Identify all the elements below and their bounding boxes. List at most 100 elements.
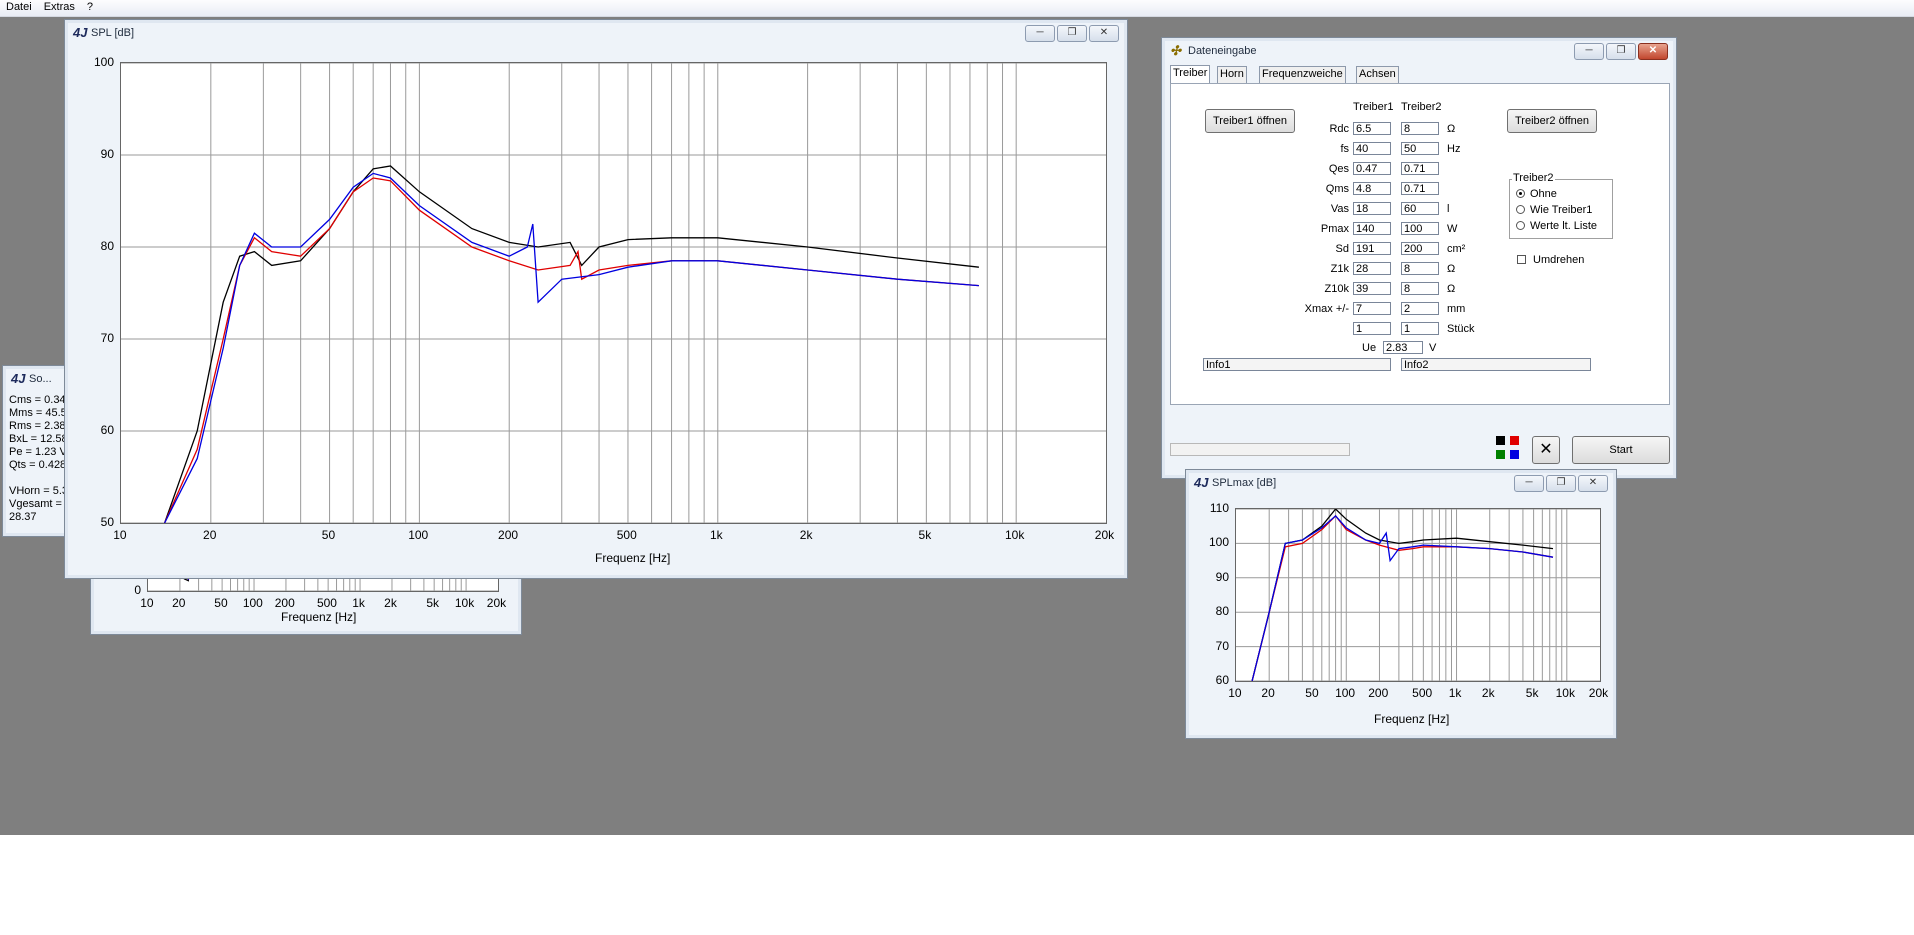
- menu-help[interactable]: ?: [81, 0, 99, 15]
- param-treiber2-field[interactable]: 8: [1401, 122, 1439, 135]
- param-treiber1-field[interactable]: 7: [1353, 302, 1391, 315]
- color-swatches: [1496, 436, 1526, 466]
- param-treiber2-field[interactable]: 0.71: [1401, 162, 1439, 175]
- radio-ohne-label: Ohne: [1530, 188, 1557, 200]
- x-tick-label: 10k: [1555, 686, 1575, 700]
- series-line-1: [164, 177, 979, 523]
- spl-title-bar[interactable]: 4J SPL [dB] ─ ❐ ✕: [65, 20, 1127, 46]
- minimize-button[interactable]: ─: [1025, 25, 1055, 42]
- open-treiber2-button[interactable]: Treiber2 öffnen: [1507, 109, 1597, 133]
- param-unit: Ω: [1447, 123, 1456, 135]
- param-treiber1-field[interactable]: 0.47: [1353, 162, 1391, 175]
- param-label: fs: [1340, 143, 1349, 155]
- param-treiber2-field[interactable]: 8: [1401, 262, 1439, 275]
- y-tick-label: 100: [93, 55, 114, 69]
- close-button[interactable]: ✕: [1578, 475, 1608, 492]
- ue-unit: V: [1429, 342, 1437, 354]
- param-label: Vas: [1330, 203, 1349, 215]
- param-treiber1-field[interactable]: 18: [1353, 202, 1391, 215]
- splmax-chart: [1236, 509, 1600, 681]
- param-unit: Ω: [1447, 283, 1456, 295]
- radio-wie-treiber1-label: Wie Treiber1: [1530, 204, 1593, 216]
- umdrehen-label: Umdrehen: [1533, 254, 1585, 266]
- param-treiber2-field[interactable]: 2: [1401, 302, 1439, 315]
- y-tick-label: 90: [1215, 569, 1229, 584]
- close-button[interactable]: ✕: [1089, 25, 1119, 42]
- x-tick-label: 20k: [1588, 686, 1609, 700]
- x-tick-label: 100: [242, 596, 263, 610]
- param-treiber2-field[interactable]: 60: [1401, 202, 1439, 215]
- param-treiber1-field[interactable]: 28: [1353, 262, 1391, 275]
- treiber-panel: Treiber1 Treiber2 Treiber1 öffnen Treibe…: [1170, 83, 1670, 405]
- tab-achsen[interactable]: Achsen: [1356, 66, 1399, 83]
- tab-horn[interactable]: Horn: [1217, 66, 1247, 83]
- input-title-bar[interactable]: ✣ Dateneingabe ─ ❐ ✕: [1162, 38, 1676, 64]
- close-button[interactable]: ✕: [1638, 43, 1668, 60]
- param-treiber2-field[interactable]: 100: [1401, 222, 1439, 235]
- spl-chart: [121, 63, 1106, 523]
- progress-bar: [1170, 443, 1350, 456]
- restore-button[interactable]: ❐: [1546, 475, 1576, 492]
- param-unit: Stück: [1447, 323, 1475, 335]
- param-label: Xmax +/-: [1304, 303, 1349, 315]
- param-treiber2-field[interactable]: 1: [1401, 322, 1439, 335]
- open-treiber1-button[interactable]: Treiber1 öffnen: [1205, 109, 1295, 133]
- param-label: Sd: [1335, 243, 1349, 255]
- clear-button[interactable]: ✕: [1532, 436, 1560, 464]
- x-tick-label: 10k: [454, 596, 475, 610]
- restore-button[interactable]: ❐: [1057, 25, 1087, 42]
- umdrehen-checkbox[interactable]: [1517, 255, 1526, 264]
- x-tick-label: 20k: [1094, 528, 1115, 542]
- close-x-icon: ✕: [1539, 441, 1553, 458]
- param-treiber1-field[interactable]: 1: [1353, 322, 1391, 335]
- input-window-title: Dateneingabe: [1188, 45, 1257, 57]
- x-tick-label: 10k: [1004, 528, 1025, 542]
- x-tick-label: 100: [408, 528, 429, 542]
- radio-werte-liste[interactable]: [1516, 221, 1525, 230]
- param-treiber1-field[interactable]: 140: [1353, 222, 1391, 235]
- spl-window[interactable]: 4J SPL [dB] ─ ❐ ✕ 100 90 80 70 60 50 10 20 50 10…: [64, 19, 1128, 579]
- param-treiber1-field[interactable]: 4.8: [1353, 182, 1391, 195]
- y-tick-label: 0: [134, 583, 141, 597]
- splmax-window[interactable]: 4J SPLmax [dB] ─ ❐ ✕ 110 100 90 80 70 60 10 20…: [1185, 469, 1617, 739]
- app-logo-icon: 4J: [11, 371, 26, 386]
- menu-datei[interactable]: Datei: [0, 0, 38, 15]
- param-treiber2-field[interactable]: 0.71: [1401, 182, 1439, 195]
- splmax-plot: [1235, 508, 1601, 682]
- param-treiber2-field[interactable]: 8: [1401, 282, 1439, 295]
- param-label: Z10k: [1324, 283, 1349, 295]
- radio-ohne[interactable]: [1516, 189, 1525, 198]
- ue-label: Ue: [1362, 342, 1377, 354]
- x-tick-label: 10: [1228, 686, 1242, 700]
- x-tick-label: 1k: [709, 528, 723, 542]
- mdi-workspace: 4J So... Cms = 0.34 Mms = 45.5 Rms = 2.3…: [0, 17, 1914, 835]
- y-tick-label: 50: [100, 515, 114, 529]
- splmax-x-label: Frequenz [Hz]: [1374, 712, 1450, 726]
- info2-field[interactable]: Info2: [1401, 358, 1591, 371]
- param-treiber1-field[interactable]: 6.5: [1353, 122, 1391, 135]
- y-tick-label: 80: [100, 239, 114, 253]
- x-tick-label: 50: [321, 528, 336, 542]
- y-tick-label: 80: [1215, 604, 1229, 619]
- start-button[interactable]: Start: [1572, 436, 1670, 464]
- param-unit: cm²: [1447, 243, 1466, 255]
- x-tick-label: 20: [1261, 686, 1275, 700]
- tab-treiber[interactable]: Treiber: [1170, 65, 1211, 83]
- radio-wie-treiber1[interactable]: [1516, 205, 1525, 214]
- tab-frequenzweiche[interactable]: Frequenzweiche: [1259, 66, 1346, 83]
- param-treiber1-field[interactable]: 40: [1353, 142, 1391, 155]
- y-tick-label: 100: [1208, 535, 1229, 550]
- param-label: Z1k: [1330, 263, 1349, 275]
- param-treiber1-field[interactable]: 39: [1353, 282, 1391, 295]
- input-window[interactable]: ✣ Dateneingabe ─ ❐ ✕ Treiber Horn Freque…: [1161, 37, 1677, 479]
- info1-field[interactable]: Info1: [1203, 358, 1391, 371]
- param-treiber2-field[interactable]: 50: [1401, 142, 1439, 155]
- param-treiber2-field[interactable]: 200: [1401, 242, 1439, 255]
- minimize-button[interactable]: ─: [1514, 475, 1544, 492]
- param-treiber1-field[interactable]: 191: [1353, 242, 1391, 255]
- splmax-title-bar[interactable]: 4J SPLmax [dB] ─ ❐ ✕: [1186, 470, 1616, 496]
- menu-extras[interactable]: Extras: [38, 0, 81, 15]
- restore-button[interactable]: ❐: [1606, 43, 1636, 60]
- ue-field[interactable]: 2.83: [1383, 341, 1423, 354]
- minimize-button[interactable]: ─: [1574, 43, 1604, 60]
